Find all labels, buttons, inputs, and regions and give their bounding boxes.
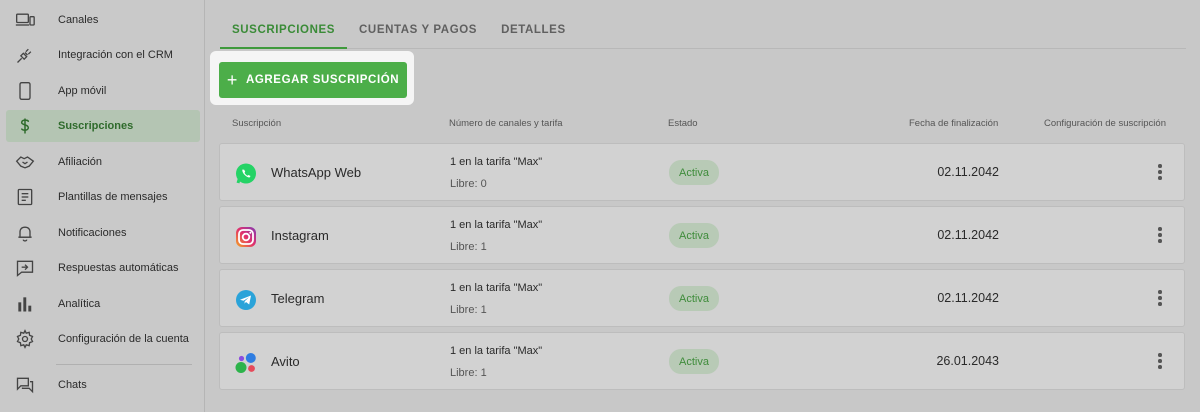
status-badge: Activa	[669, 223, 719, 248]
header-end-date: Fecha de finalización	[909, 118, 999, 129]
sidebar: Canales Integración con el CRM App móvil…	[0, 0, 205, 412]
sidebar-item-afiliacion[interactable]: Afiliación	[6, 146, 200, 178]
free-text: Libre: 1	[450, 241, 487, 253]
auto-reply-icon	[8, 258, 42, 278]
add-subscription-label: AGREGAR SUSCRIPCIÓN	[245, 74, 400, 86]
table-row[interactable]: Instagram 1 en la tarifa "Max" Libre: 1 …	[219, 206, 1185, 264]
channel-name: Instagram	[271, 228, 329, 243]
telegram-icon	[234, 288, 258, 312]
end-date: 26.01.2043	[936, 354, 999, 368]
sidebar-item-suscripciones[interactable]: Suscripciones	[6, 110, 200, 142]
sidebar-item-label: Respuestas automáticas	[58, 262, 179, 274]
free-text: Libre: 1	[450, 367, 487, 379]
sidebar-item-label: Configuración de la cuenta	[58, 333, 189, 345]
end-date: 02.11.2042	[937, 291, 999, 305]
plan-text: 1 en la tarifa "Max"	[450, 282, 543, 294]
tab-suscripciones[interactable]: SUSCRIPCIONES	[220, 12, 348, 49]
channel-name: Telegram	[271, 291, 325, 306]
sidebar-item-label: App móvil	[58, 85, 107, 97]
channel-name: WhatsApp Web	[271, 165, 362, 180]
more-options-icon[interactable]	[1150, 225, 1170, 245]
add-subscription-button[interactable]: + AGREGAR SUSCRIPCIÓN	[219, 62, 407, 98]
sidebar-item-plantillas[interactable]: Plantillas de mensajes	[6, 181, 200, 213]
dollar-icon	[8, 116, 42, 136]
header-subscription: Suscripción	[232, 118, 282, 129]
sidebar-item-label: Canales	[58, 14, 99, 26]
sidebar-item-configuracion[interactable]: Configuración de la cuenta	[6, 323, 200, 355]
more-options-icon[interactable]	[1150, 288, 1170, 308]
main-content: SUSCRIPCIONES CUENTAS Y PAGOS DETALLES +…	[206, 0, 1200, 412]
status-badge: Activa	[669, 349, 719, 374]
tab-detalles[interactable]: DETALLES	[489, 12, 578, 49]
sidebar-item-respuestas[interactable]: Respuestas automáticas	[6, 252, 200, 284]
free-text: Libre: 0	[450, 178, 487, 190]
sidebar-divider	[56, 364, 192, 365]
plan-text: 1 en la tarifa "Max"	[450, 156, 543, 168]
sidebar-item-analitica[interactable]: Analítica	[6, 288, 200, 320]
tab-cuentas-y-pagos[interactable]: CUENTAS Y PAGOS	[347, 12, 489, 49]
free-text: Libre: 1	[450, 304, 487, 316]
status-badge: Activa	[669, 160, 719, 185]
avito-icon	[234, 351, 258, 375]
channel-name: Avito	[271, 354, 300, 369]
status-badge: Activa	[669, 286, 719, 311]
sidebar-item-label: Chats	[58, 379, 87, 391]
table-row[interactable]: Telegram 1 en la tarifa "Max" Libre: 1 A…	[219, 269, 1185, 327]
sidebar-item-crm[interactable]: Integración con el CRM	[6, 39, 200, 71]
header-status: Estado	[668, 118, 698, 129]
plus-icon: +	[226, 70, 238, 90]
sidebar-item-label: Suscripciones	[58, 120, 134, 132]
sidebar-item-app-movil[interactable]: App móvil	[6, 75, 200, 107]
handshake-icon	[8, 152, 42, 172]
devices-icon	[8, 10, 42, 30]
header-channels: Número de canales y tarifa	[449, 118, 563, 129]
template-icon	[8, 187, 42, 207]
more-options-icon[interactable]	[1150, 351, 1170, 371]
table-row[interactable]: WhatsApp Web 1 en la tarifa "Max" Libre:…	[219, 143, 1185, 201]
sidebar-item-label: Plantillas de mensajes	[58, 191, 168, 203]
plan-text: 1 en la tarifa "Max"	[450, 219, 543, 231]
more-options-icon[interactable]	[1150, 162, 1170, 182]
table-row[interactable]: Avito 1 en la tarifa "Max" Libre: 1 Acti…	[219, 332, 1185, 390]
sidebar-item-chats[interactable]: Chats	[6, 369, 200, 401]
tab-bar: SUSCRIPCIONES CUENTAS Y PAGOS DETALLES	[220, 12, 1186, 49]
bell-icon	[8, 223, 42, 243]
end-date: 02.11.2042	[937, 165, 999, 179]
table-header: Suscripción Número de canales y tarifa E…	[219, 118, 1185, 132]
header-config: Configuración de suscripción	[1044, 118, 1166, 129]
phone-icon	[8, 81, 42, 101]
chat-icon	[8, 375, 42, 395]
bar-chart-icon	[8, 294, 42, 314]
sidebar-item-label: Afiliación	[58, 156, 103, 168]
sidebar-item-canales[interactable]: Canales	[6, 4, 200, 36]
plug-icon	[8, 45, 42, 65]
sidebar-item-label: Notificaciones	[58, 227, 127, 239]
instagram-icon	[234, 225, 258, 249]
end-date: 02.11.2042	[937, 228, 999, 242]
plan-text: 1 en la tarifa "Max"	[450, 345, 543, 357]
sidebar-item-label: Analítica	[58, 298, 101, 310]
sidebar-item-notificaciones[interactable]: Notificaciones	[6, 217, 200, 249]
whatsapp-icon	[234, 162, 258, 186]
sidebar-item-label: Integración con el CRM	[58, 49, 173, 61]
gear-icon	[8, 329, 42, 349]
